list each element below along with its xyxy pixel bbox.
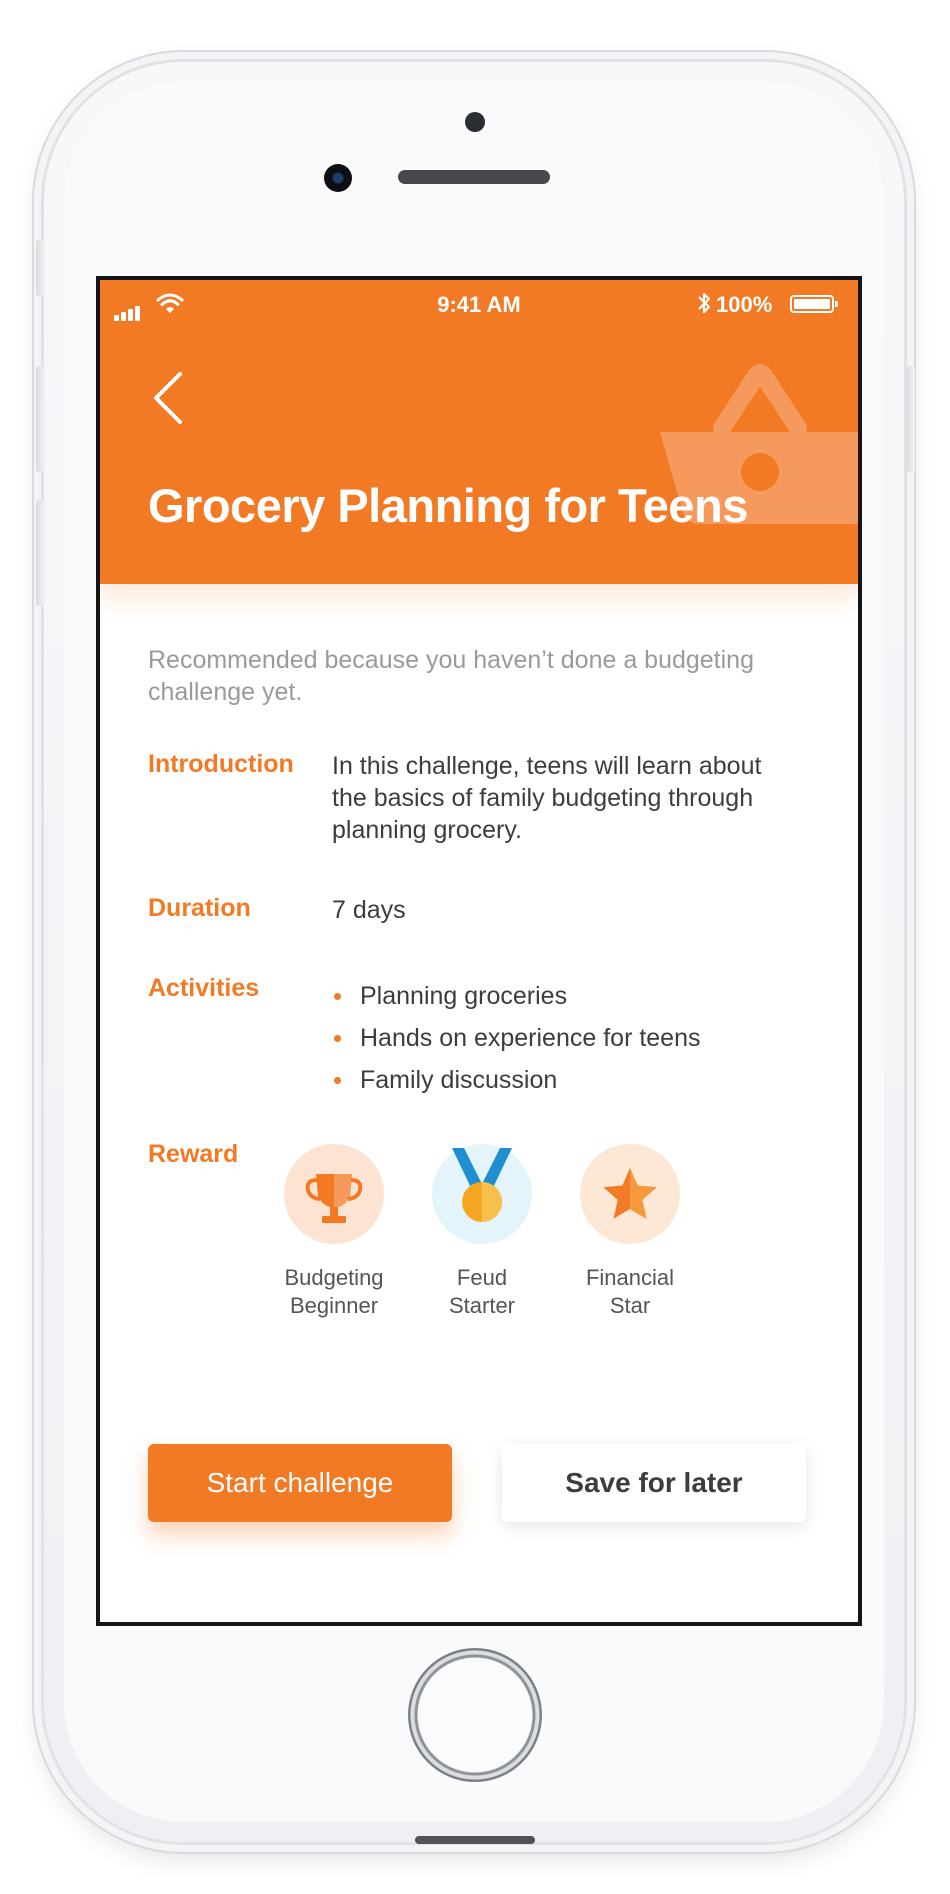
reward-feud-starter[interactable]: Feud Starter <box>408 1144 556 1320</box>
mute-switch <box>36 240 45 296</box>
recommendation-text: Recommended because you haven’t done a b… <box>148 646 754 706</box>
activities-list: Planning groceries Hands on experience f… <box>332 980 701 1106</box>
reward-budgeting-beginner[interactable]: Budgeting Beginner <box>260 1144 408 1320</box>
battery-percent: 100% <box>716 292 773 317</box>
activity-item: Planning groceries <box>332 980 701 1022</box>
introduction-text: In this challenge, teens will learn abou… <box>332 752 762 844</box>
page-title: Grocery Planning for Teens <box>148 479 748 532</box>
duration-value: 7 days <box>332 896 406 924</box>
bluetooth-icon <box>698 292 711 314</box>
trophy-icon <box>284 1144 384 1244</box>
start-challenge-button[interactable]: Start challenge <box>148 1444 452 1522</box>
power-button <box>906 366 915 472</box>
front-camera <box>324 164 352 192</box>
duration-label: Duration <box>148 894 251 922</box>
volume-up-button <box>36 366 45 472</box>
bottom-edge <box>415 1836 535 1844</box>
home-button[interactable] <box>408 1648 542 1782</box>
activity-item: Family discussion <box>332 1064 701 1106</box>
medal-icon <box>432 1144 532 1244</box>
reward-name: Budgeting Beginner <box>284 1265 384 1318</box>
battery-icon <box>790 295 838 313</box>
star-icon <box>580 1144 680 1244</box>
introduction-label: Introduction <box>148 750 294 778</box>
challenge-header: 9:41 AM 100% Grocery Planning for Teens <box>100 280 858 584</box>
reward-label: Reward <box>148 1140 239 1168</box>
save-for-later-button[interactable]: Save for later <box>502 1444 806 1522</box>
screen: 9:41 AM 100% Grocery Planning for Teens … <box>96 276 862 1626</box>
activities-label: Activities <box>148 974 260 1002</box>
proximity-sensor <box>465 112 485 132</box>
status-bar: 9:41 AM 100% <box>100 280 858 328</box>
volume-down-button <box>36 500 45 606</box>
back-chevron-icon[interactable] <box>150 368 190 428</box>
reward-name: Financial Star <box>585 1265 675 1318</box>
reward-name: Feud Starter <box>448 1265 516 1318</box>
activity-item: Hands on experience for teens <box>332 1022 701 1064</box>
reward-financial-star[interactable]: Financial Star <box>556 1144 704 1320</box>
earpiece-speaker <box>398 170 550 184</box>
